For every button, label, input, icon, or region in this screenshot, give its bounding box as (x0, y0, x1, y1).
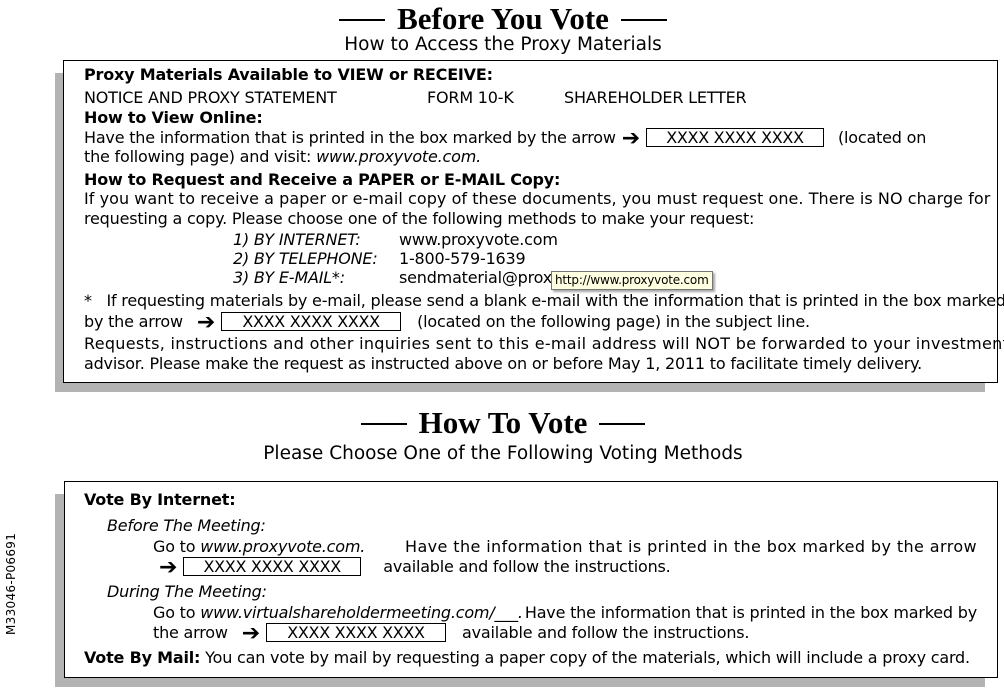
vote-by-mail-line: Vote By Mail: You can vote by mail by re… (84, 648, 970, 668)
arrow-right-icon: ➔ (621, 126, 640, 151)
document-code: M33046-P06691 (4, 532, 18, 635)
title-text: Before You Vote (397, 1, 609, 36)
title-rule-left (360, 422, 407, 425)
vote-mail-heading: Vote By Mail: (84, 648, 201, 667)
material-form10k: FORM 10-K (427, 88, 514, 107)
method-label: 3) BY E-MAIL*: (233, 268, 345, 287)
title-text: How To Vote (418, 405, 588, 440)
footnote-line-1: * If requesting materials by e-mail, ple… (84, 291, 1004, 310)
control-number-box: XXXX XXXX XXXX (646, 128, 824, 147)
go-to-text: Go to www.proxyvote.com. (153, 537, 365, 557)
method-value: 1-800-579-1639 (399, 249, 526, 268)
before-you-vote-subtitle: How to Access the Proxy Materials (344, 34, 662, 55)
proxyvote-link[interactable]: www.proxyvote.com. (316, 147, 481, 166)
request-text-1: If you want to receive a paper or e-mail… (84, 189, 991, 208)
material-letter: SHAREHOLDER LETTER (564, 88, 747, 107)
before-you-vote-title: Before You Vote (0, 0, 1004, 38)
subject-line-text: (located on the following page) in the s… (417, 312, 810, 331)
during-meeting-line-2: the arrow ➔ XXXX XXXX XXXX available and fo… (153, 621, 750, 646)
before-meeting-line-2: ➔ XXXX XXXX XXXX available and follow the … (153, 555, 671, 580)
proxyvote-link[interactable]: www.proxyvote.com. (200, 537, 365, 556)
control-number-box: XXXX XXXX XXXX (183, 557, 362, 576)
method-label: 1) BY INTERNET: (233, 230, 361, 249)
before-meeting-line-1: Go to www.proxyvote.com. Have the informa… (153, 537, 977, 557)
title-rule-right (599, 422, 646, 425)
view-online-heading: How to View Online: (84, 108, 263, 127)
title-rule-left (339, 18, 386, 21)
title-rule-right (620, 18, 667, 21)
before-instructions: Have the information that is printed in … (405, 537, 977, 556)
how-to-vote-subtitle: Please Choose One of the Following Votin… (263, 443, 743, 464)
footnote-line-2: by the arrow ➔ XXXX XXXX XXXX (located on t… (84, 310, 810, 335)
control-number-box: XXXX XXXX XXXX (221, 312, 402, 331)
the-arrow-text: the arrow (153, 623, 228, 642)
link-tooltip: http://www.proxyvote.com (551, 271, 713, 290)
arrow-right-icon: ➔ (159, 555, 178, 580)
method-internet: 1) BY INTERNET: www.proxyvote.com (233, 230, 558, 250)
visit-text: the following page) and visit: (84, 147, 312, 166)
go-to-label: Go to (153, 537, 196, 556)
notice-line-1: Requests, instructions and other inquiri… (84, 334, 1004, 353)
go-to-text: Go to www.virtualshareholdermeeting.com/… (153, 603, 523, 623)
request-heading: How to Request and Receive a PAPER or E-… (84, 170, 561, 189)
request-text-2: requesting a copy. Please choose one of … (84, 209, 755, 228)
how-to-vote-title: How To Vote (0, 404, 1004, 442)
view-online-text: Have the information that is printed in … (84, 128, 616, 147)
view-online-line-1: Have the information that is printed in … (84, 126, 927, 151)
arrow-right-icon: ➔ (196, 310, 216, 335)
during-instructions: Have the information that is printed in … (524, 603, 977, 622)
by-the-arrow-text: by the arrow (84, 312, 183, 331)
located-on-text: (located on (838, 128, 927, 147)
follow-instructions-text: available and follow the instructions. (383, 557, 671, 576)
method-value[interactable]: www.proxyvote.com (399, 230, 558, 249)
during-meeting-label: During The Meeting: (107, 582, 267, 601)
vote-mail-text: You can vote by mail by requesting a pap… (205, 648, 970, 667)
method-label: 2) BY TELEPHONE: (233, 249, 378, 268)
control-number-box: XXXX XXXX XXXX (265, 623, 446, 642)
method-telephone: 2) BY TELEPHONE: 1-800-579-1639 (233, 249, 526, 269)
vote-internet-heading: Vote By Internet: (84, 490, 236, 509)
go-to-label: Go to (153, 603, 196, 622)
during-meeting-line-1: Go to www.virtualshareholdermeeting.com/… (153, 603, 977, 623)
follow-instructions-text: available and follow the instructions. (461, 623, 750, 642)
virtual-meeting-link[interactable]: www.virtualshareholdermeeting.com/___. (200, 603, 523, 622)
before-meeting-label: Before The Meeting: (107, 516, 266, 535)
material-notice: NOTICE AND PROXY STATEMENT (84, 88, 337, 107)
materials-heading: Proxy Materials Available to VIEW or REC… (84, 65, 493, 84)
arrow-right-icon: ➔ (241, 621, 260, 646)
materials-list: NOTICE AND PROXY STATEMENT FORM 10-K SHARE… (84, 88, 747, 108)
notice-line-2: advisor. Please make the request as inst… (84, 354, 922, 373)
view-online-line-2: the following page) and visit: www.proxy… (84, 147, 481, 167)
